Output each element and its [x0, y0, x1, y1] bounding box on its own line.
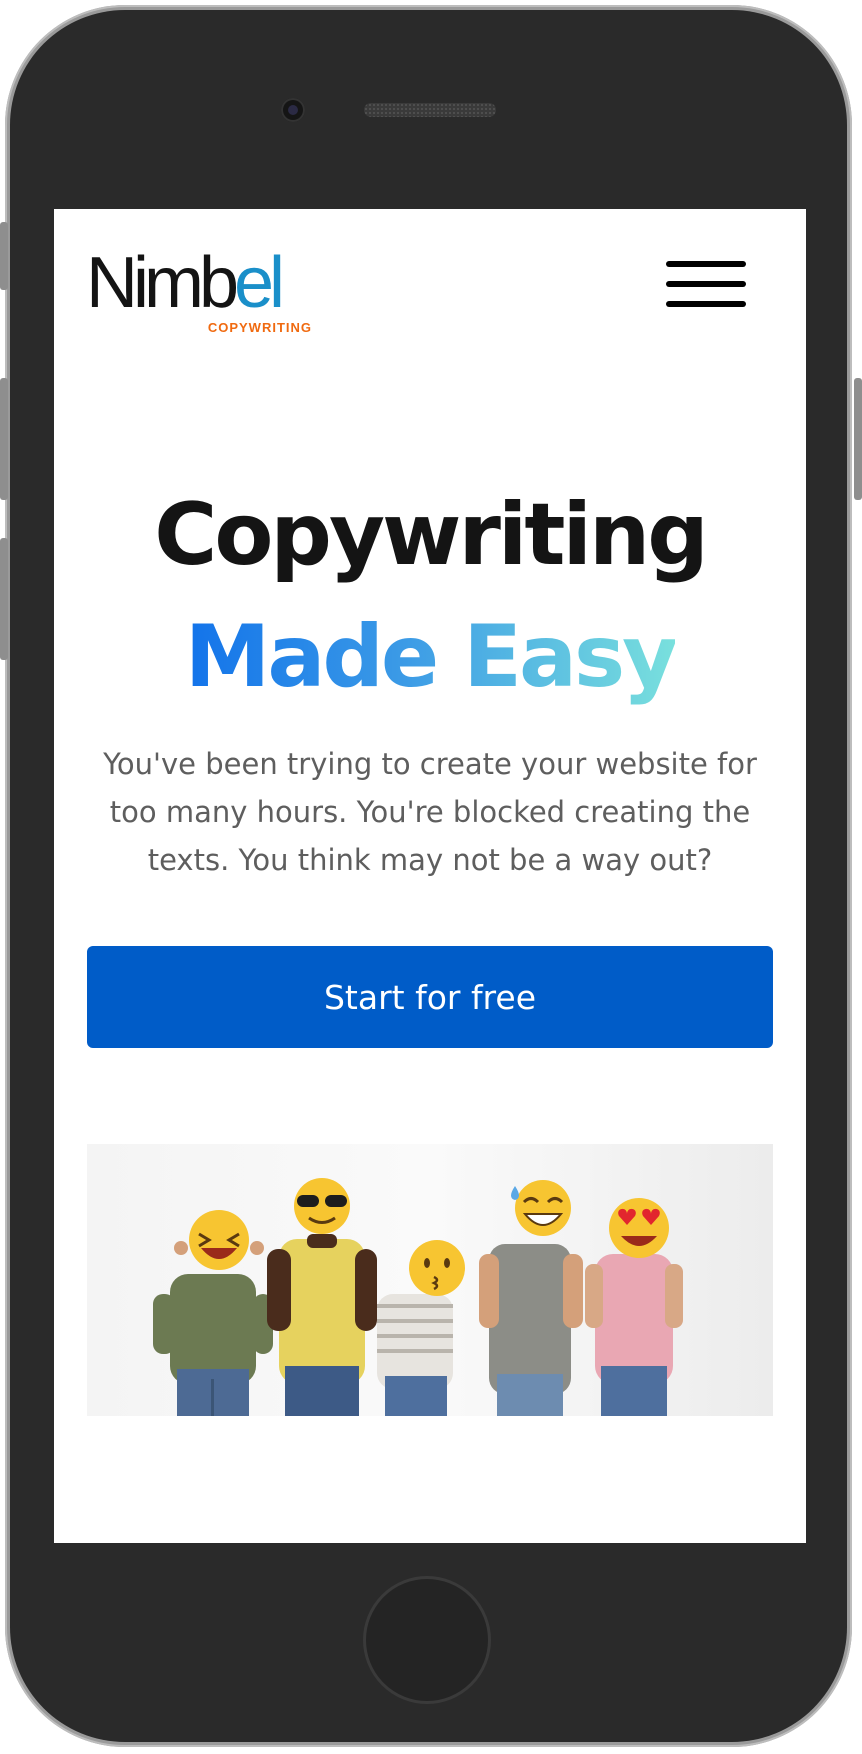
menu-bar-bottom: [666, 301, 746, 307]
hero-title-line2: Made Easy: [184, 607, 678, 707]
menu-bar-top: [666, 261, 746, 267]
hamburger-menu-icon[interactable]: [662, 257, 746, 311]
hero-image: [87, 1144, 773, 1416]
logo-wordmark-accent: el: [234, 243, 285, 323]
brand-logo[interactable]: Nimbel COPYWRITING: [86, 247, 316, 337]
start-for-free-button[interactable]: Start for free: [87, 946, 773, 1048]
logo-tagline: COPYWRITING: [207, 320, 312, 335]
hero-title-line1: Copywriting: [154, 485, 709, 585]
menu-bar-middle: [666, 281, 746, 287]
phone-power-button: [854, 378, 862, 500]
hero-title: Copywriting Made Easy: [54, 474, 806, 718]
phone-silent-switch: [0, 222, 8, 290]
hero-subtitle: You've been trying to create your websit…: [103, 747, 757, 877]
phone-volume-up: [0, 378, 8, 500]
phone-volume-down: [0, 538, 8, 660]
earpiece-speaker: [364, 103, 496, 117]
front-camera: [281, 98, 305, 122]
home-button[interactable]: [363, 1576, 491, 1704]
logo-wordmark: Nimbel: [86, 247, 285, 319]
logo-wordmark-main: Nimb: [86, 243, 239, 323]
phone-screen: Nimbel COPYWRITING Copywriting Made Easy…: [54, 209, 806, 1543]
